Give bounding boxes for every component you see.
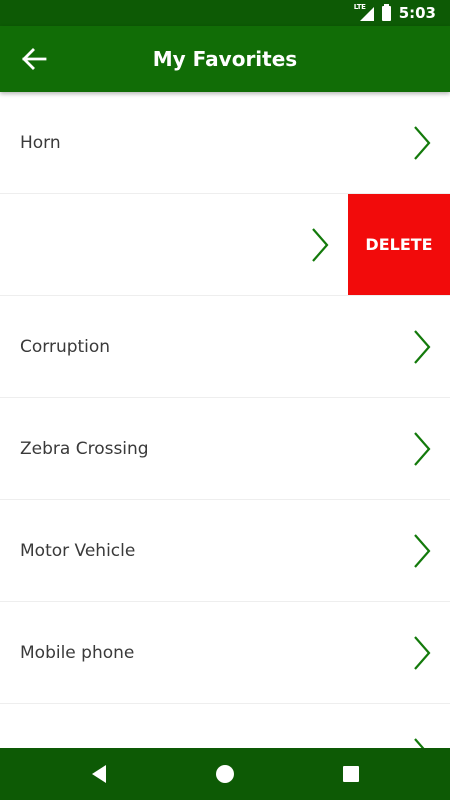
list-item-swiped[interactable]: DELETE [0,194,450,296]
list-item-label: Mobile phone [20,643,135,663]
list-item[interactable]: Horn [0,92,450,194]
list-item-label: Zebra Crossing [20,439,149,459]
chevron-right-icon [312,228,329,262]
status-icons: LTE 5:03 [354,0,436,26]
nav-home-button[interactable] [212,761,238,787]
app-bar: My Favorites [0,26,450,92]
battery-icon [381,3,391,21]
list-item[interactable]: Mobile phone [0,602,450,704]
signal-icon: LTE [354,3,374,22]
list-item[interactable]: Zebra Crossing [0,398,450,500]
list-item-label: Horn [20,133,61,153]
list-item[interactable]: Corruption [0,296,450,398]
system-nav-bar [0,748,450,800]
list-item[interactable]: Motor Vehicle [0,500,450,602]
list-item-label: Corruption [20,337,111,357]
list-item-label: Motor Vehicle [20,541,136,561]
chevron-right-icon [414,126,431,160]
square-recents-icon [343,766,359,782]
nav-recents-button[interactable] [338,761,364,787]
status-bar: LTE 5:03 [0,0,450,26]
chevron-right-icon [414,738,425,748]
chevron-right-icon [414,432,431,466]
clock: 5:03 [398,4,436,22]
nav-back-button[interactable] [86,761,112,787]
triangle-back-icon [92,765,106,783]
chevron-right-icon [414,636,431,670]
list-item[interactable] [0,704,450,748]
delete-button[interactable]: DELETE [348,194,450,295]
chevron-right-icon [414,534,431,568]
favorites-list: Horn DELETE Corruption Zebra Crossing Mo… [0,92,450,748]
page-title: My Favorites [152,47,298,71]
chevron-right-icon [414,330,431,364]
circle-home-icon [216,765,234,783]
